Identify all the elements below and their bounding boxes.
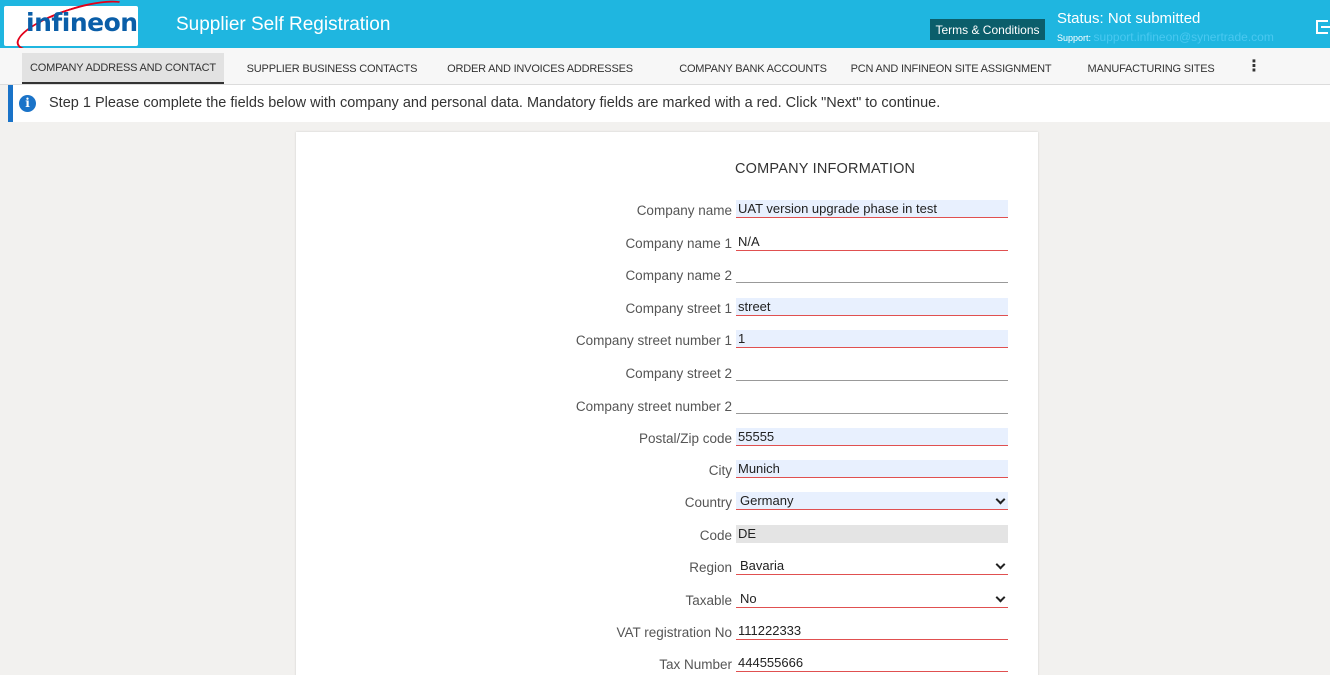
info-icon: i — [19, 95, 36, 112]
field-label: Company name 1 — [625, 236, 732, 251]
form-row-company-street-number-1: Company street number 1 1 — [296, 330, 1038, 350]
chevron-down-icon — [995, 592, 1006, 603]
support-line: Support: support.infineon@synertrade.com — [1057, 30, 1274, 44]
company-street-number-1-input[interactable]: 1 — [736, 330, 1008, 348]
form-row-city: City Munich — [296, 460, 1038, 480]
infineon-logo[interactable]: infineon — [4, 0, 138, 62]
chevron-down-icon — [995, 494, 1006, 505]
field-label: Company name 2 — [625, 268, 732, 283]
field-label: Company street number 2 — [575, 399, 732, 414]
field-label: Tax Number — [659, 657, 732, 672]
company-name-1-input[interactable]: N/A — [736, 233, 1008, 251]
tax-number-input[interactable]: 444555666 — [736, 654, 1008, 672]
page-title: Supplier Self Registration — [176, 14, 391, 35]
tab-bar: COMPANY ADDRESS AND CONTACT SUPPLIER BUS… — [0, 48, 1330, 85]
form-row-company-street-2: Company street 2 — [296, 363, 1038, 383]
tab-order-invoices-addresses[interactable]: ORDER AND INVOICES ADDRESSES — [442, 53, 638, 84]
field-label: City — [708, 463, 732, 478]
field-label: Code — [699, 528, 732, 543]
support-email-link[interactable]: support.infineon@synertrade.com — [1094, 30, 1274, 44]
form-row-company-name-1: Company name 1 N/A — [296, 233, 1038, 253]
vat-registration-input[interactable]: 111222333 — [736, 622, 1008, 640]
form-row-company-name-2: Company name 2 — [296, 265, 1038, 285]
field-label: Taxable — [685, 593, 732, 608]
field-label: Region — [689, 560, 732, 575]
company-street-1-input[interactable]: street — [736, 298, 1008, 316]
logout-icon[interactable] — [1316, 20, 1330, 34]
tab-supplier-business-contacts[interactable]: SUPPLIER BUSINESS CONTACTS — [236, 53, 428, 84]
field-label: Company street 2 — [625, 366, 732, 381]
company-name-2-input[interactable] — [736, 265, 1008, 283]
company-name-input[interactable]: UAT version upgrade phase in test — [736, 200, 1008, 218]
logo-text: infineon — [26, 8, 138, 37]
form-row-taxable: Taxable No — [296, 590, 1038, 610]
support-label: Support: — [1057, 33, 1092, 43]
form-row-company-street-number-2: Company street number 2 — [296, 396, 1038, 416]
status-text: Status: Not submitted — [1057, 10, 1201, 27]
company-street-number-2-input[interactable] — [736, 396, 1008, 414]
field-label: Company street number 1 — [575, 333, 732, 348]
city-input[interactable]: Munich — [736, 460, 1008, 478]
chevron-down-icon — [995, 559, 1006, 570]
field-label: VAT registration No — [616, 625, 732, 640]
tab-company-address-contact[interactable]: COMPANY ADDRESS AND CONTACT — [22, 53, 224, 84]
taxable-select[interactable]: No — [736, 590, 1008, 608]
tab-manufacturing-sites[interactable]: MANUFACTURING SITES — [1076, 53, 1226, 84]
field-label: Country — [684, 495, 732, 510]
info-banner: i Step 1 Please complete the fields belo… — [8, 85, 1330, 122]
company-street-2-input[interactable] — [736, 363, 1008, 381]
info-message: Step 1 Please complete the fields below … — [49, 95, 941, 111]
country-select[interactable]: Germany — [736, 492, 1008, 510]
country-value: Germany — [740, 493, 794, 508]
form-row-code: Code DE — [296, 525, 1038, 545]
form-row-postal-code: Postal/Zip code 55555 — [296, 428, 1038, 448]
region-value: Bavaria — [740, 558, 785, 573]
field-label: Postal/Zip code — [638, 431, 732, 446]
terms-conditions-button[interactable]: Terms & Conditions — [930, 19, 1045, 40]
form-row-vat-registration: VAT registration No 111222333 — [296, 622, 1038, 642]
field-label: Company name — [636, 203, 732, 218]
field-label: Company street 1 — [625, 301, 732, 316]
tab-pcn-infineon-site-assignment[interactable]: PCN AND INFINEON SITE ASSIGNMENT — [846, 53, 1056, 84]
region-select[interactable]: Bavaria — [736, 557, 1008, 575]
form-row-company-name: Company name UAT version upgrade phase i… — [296, 200, 1038, 220]
tab-company-bank-accounts[interactable]: COMPANY BANK ACCOUNTS — [656, 53, 850, 84]
form-row-country: Country Germany — [296, 492, 1038, 512]
section-title: COMPANY INFORMATION — [735, 161, 916, 177]
form-row-company-street-1: Company street 1 street — [296, 298, 1038, 318]
postal-code-input[interactable]: 55555 — [736, 428, 1008, 446]
more-tabs-icon[interactable]: ⋮ — [1246, 59, 1262, 75]
app-header: infineon Supplier Self Registration Term… — [0, 0, 1330, 62]
form-row-tax-number: Tax Number 444555666 — [296, 654, 1038, 674]
taxable-value: No — [740, 591, 757, 606]
country-code-field: DE — [736, 525, 1008, 543]
company-information-form: COMPANY INFORMATION Company name UAT ver… — [296, 132, 1038, 675]
form-row-region: Region Bavaria — [296, 557, 1038, 577]
